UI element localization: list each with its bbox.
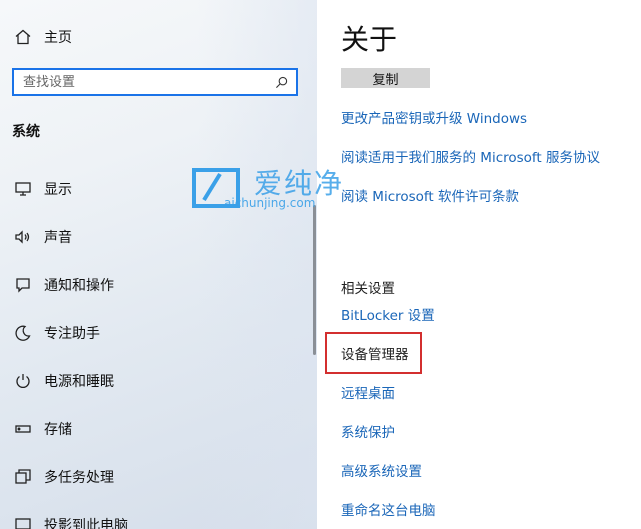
main-content: 关于 复制 更改产品密钥或升级 Windows 阅读适用于我们服务的 Micro…: [317, 0, 641, 529]
sidebar-item-focus-assist[interactable]: 专注助手: [12, 321, 100, 345]
related-settings-heading: 相关设置: [341, 281, 395, 297]
sidebar-item-storage[interactable]: 存储: [12, 417, 72, 441]
copy-button[interactable]: 复制: [341, 68, 430, 88]
nav-home[interactable]: 主页: [12, 25, 72, 49]
sidebar-item-label: 显示: [44, 182, 72, 198]
nav-home-label: 主页: [44, 30, 72, 46]
link-remote-desktop[interactable]: 远程桌面: [341, 382, 395, 402]
link-software-license-terms[interactable]: 阅读 Microsoft 软件许可条款: [341, 185, 519, 205]
search-box[interactable]: [12, 68, 298, 96]
link-rename-pc[interactable]: 重命名这台电脑: [341, 499, 436, 519]
multitask-icon: [12, 466, 34, 488]
sidebar-item-display[interactable]: 显示: [12, 177, 72, 201]
page-title: 关于: [341, 23, 398, 56]
sidebar-item-label: 存储: [44, 422, 72, 438]
device-manager-highlight: [325, 332, 422, 374]
projection-icon: [12, 514, 34, 529]
notification-icon: [12, 274, 34, 296]
sidebar-item-projection[interactable]: 投影到此电脑: [12, 513, 128, 529]
monitor-icon: [12, 178, 34, 200]
sidebar-item-sound[interactable]: 声音: [12, 225, 72, 249]
sidebar-item-label: 专注助手: [44, 326, 100, 342]
home-icon: [12, 26, 34, 48]
sidebar-item-notifications[interactable]: 通知和操作: [12, 273, 114, 297]
link-bitlocker-settings[interactable]: BitLocker 设置: [341, 304, 435, 324]
moon-icon: [12, 322, 34, 344]
storage-icon: [12, 418, 34, 440]
search-input[interactable]: [14, 70, 273, 94]
sidebar-item-label: 投影到此电脑: [44, 518, 128, 529]
link-change-product-key[interactable]: 更改产品密钥或升级 Windows: [341, 107, 527, 127]
link-advanced-system-settings[interactable]: 高级系统设置: [341, 460, 422, 480]
sidebar-item-multitasking[interactable]: 多任务处理: [12, 465, 114, 489]
link-system-protection[interactable]: 系统保护: [341, 421, 395, 441]
search-icon[interactable]: [272, 73, 290, 91]
sidebar-item-label: 声音: [44, 230, 72, 246]
sidebar-item-power[interactable]: 电源和睡眠: [12, 369, 114, 393]
sidebar-scrollbar[interactable]: [313, 205, 316, 355]
section-title-system: 系统: [12, 124, 40, 140]
link-microsoft-services-agreement[interactable]: 阅读适用于我们服务的 Microsoft 服务协议: [341, 146, 600, 166]
speaker-icon: [12, 226, 34, 248]
sidebar-item-label: 通知和操作: [44, 278, 114, 294]
settings-sidebar: 主页 系统 显示 声音 通知和操作: [0, 0, 317, 529]
sidebar-item-label: 电源和睡眠: [44, 374, 114, 390]
power-icon: [12, 370, 34, 392]
sidebar-item-label: 多任务处理: [44, 470, 114, 486]
